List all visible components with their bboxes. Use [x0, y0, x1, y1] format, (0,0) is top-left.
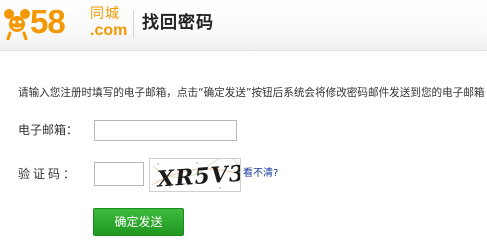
logo-domain: .com [90, 22, 128, 39]
logo-number: 58 [30, 3, 66, 40]
submit-button[interactable]: 确定发送 [93, 208, 184, 236]
captcha-image[interactable]: XR5V3 [149, 158, 241, 192]
site-logo[interactable]: 58 同城 .com [2, 4, 152, 44]
verification-code-label: 验证码： [18, 167, 79, 181]
logo-city-text: 同城 [90, 6, 120, 22]
captcha-text: XR5V3 [154, 161, 241, 192]
instructions-text: 请输入您注册时填写的电子邮箱，点击“确定发送”按钮后系统会将修改密码邮件发送到您… [18, 87, 485, 99]
email-input[interactable] [94, 120, 237, 141]
verification-code-input[interactable] [94, 162, 144, 186]
mascot-icon [4, 9, 30, 40]
page-title: 找回密码 [142, 13, 214, 33]
header-divider [133, 10, 134, 38]
email-label: 电子邮箱： [18, 123, 79, 137]
refresh-captcha-link[interactable]: 看不清? [243, 167, 278, 181]
page-header: 58 同城 .com 找回密码 [0, 0, 487, 51]
